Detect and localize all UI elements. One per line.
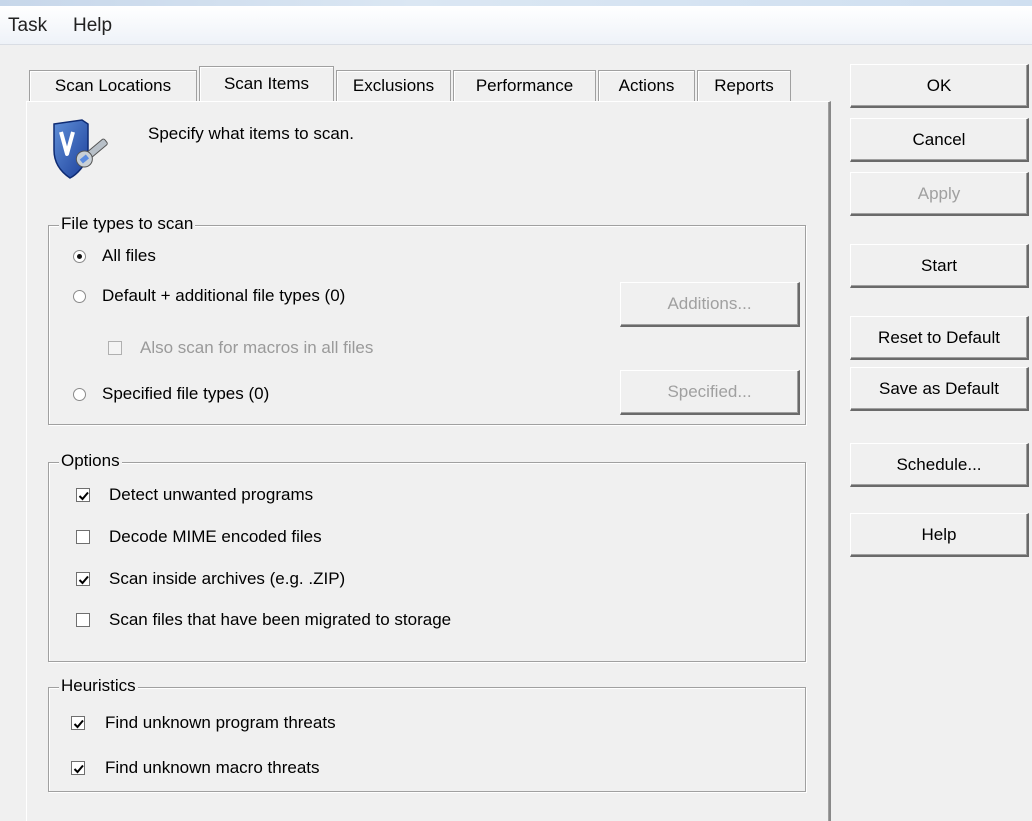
additions-button[interactable]: Additions... [620, 282, 800, 327]
help-button[interactable]: Help [850, 513, 1029, 557]
checkbox-unknown-macro-threats[interactable] [71, 761, 85, 775]
checkbox-decode-mime[interactable] [76, 530, 90, 544]
tab-performance[interactable]: Performance [453, 70, 596, 101]
options-legend: Options [59, 451, 122, 471]
checkbox-scan-archives[interactable] [76, 572, 90, 586]
specified-button[interactable]: Specified... [620, 370, 800, 415]
header-description: Specify what items to scan. [148, 124, 354, 143]
label-scan-migrated[interactable]: Scan files that have been migrated to st… [109, 610, 451, 630]
checkbox-unknown-program-threats[interactable] [71, 716, 85, 730]
apply-button[interactable]: Apply [850, 172, 1029, 216]
label-all-files[interactable]: All files [102, 246, 156, 266]
checkbox-scan-migrated[interactable] [76, 613, 90, 627]
file-types-legend: File types to scan [59, 214, 196, 234]
cancel-button[interactable]: Cancel [850, 118, 1029, 162]
label-scan-archives[interactable]: Scan inside archives (e.g. .ZIP) [109, 569, 345, 589]
heuristics-legend: Heuristics [59, 676, 138, 696]
menu-help[interactable]: Help [73, 15, 112, 37]
label-default-additional[interactable]: Default + additional file types (0) [102, 286, 345, 306]
radio-specified[interactable] [73, 388, 86, 401]
label-also-scan-macros[interactable]: Also scan for macros in all files [140, 338, 373, 358]
start-button[interactable]: Start [850, 244, 1029, 288]
save-as-default-button[interactable]: Save as Default [850, 367, 1029, 411]
tab-scan-items[interactable]: Scan Items [199, 66, 334, 101]
label-specified[interactable]: Specified file types (0) [102, 384, 269, 404]
label-decode-mime[interactable]: Decode MIME encoded files [109, 527, 322, 547]
tab-actions[interactable]: Actions [598, 70, 695, 101]
label-unknown-program-threats[interactable]: Find unknown program threats [105, 713, 336, 733]
radio-default-additional[interactable] [73, 290, 86, 303]
checkbox-detect-unwanted[interactable] [76, 488, 90, 502]
label-unknown-macro-threats[interactable]: Find unknown macro threats [105, 758, 320, 778]
tab-exclusions[interactable]: Exclusions [336, 70, 451, 101]
menu-bar: Task Help [0, 6, 1032, 45]
checkbox-also-scan-macros[interactable] [108, 341, 122, 355]
shield-wrench-icon [48, 116, 114, 182]
reset-to-default-button[interactable]: Reset to Default [850, 316, 1029, 360]
tab-scan-locations[interactable]: Scan Locations [29, 70, 197, 101]
tab-reports[interactable]: Reports [697, 70, 791, 101]
schedule-button[interactable]: Schedule... [850, 443, 1029, 487]
radio-all-files[interactable] [73, 250, 86, 263]
ok-button[interactable]: OK [850, 64, 1029, 108]
label-detect-unwanted[interactable]: Detect unwanted programs [109, 485, 313, 505]
menu-task[interactable]: Task [8, 15, 47, 37]
